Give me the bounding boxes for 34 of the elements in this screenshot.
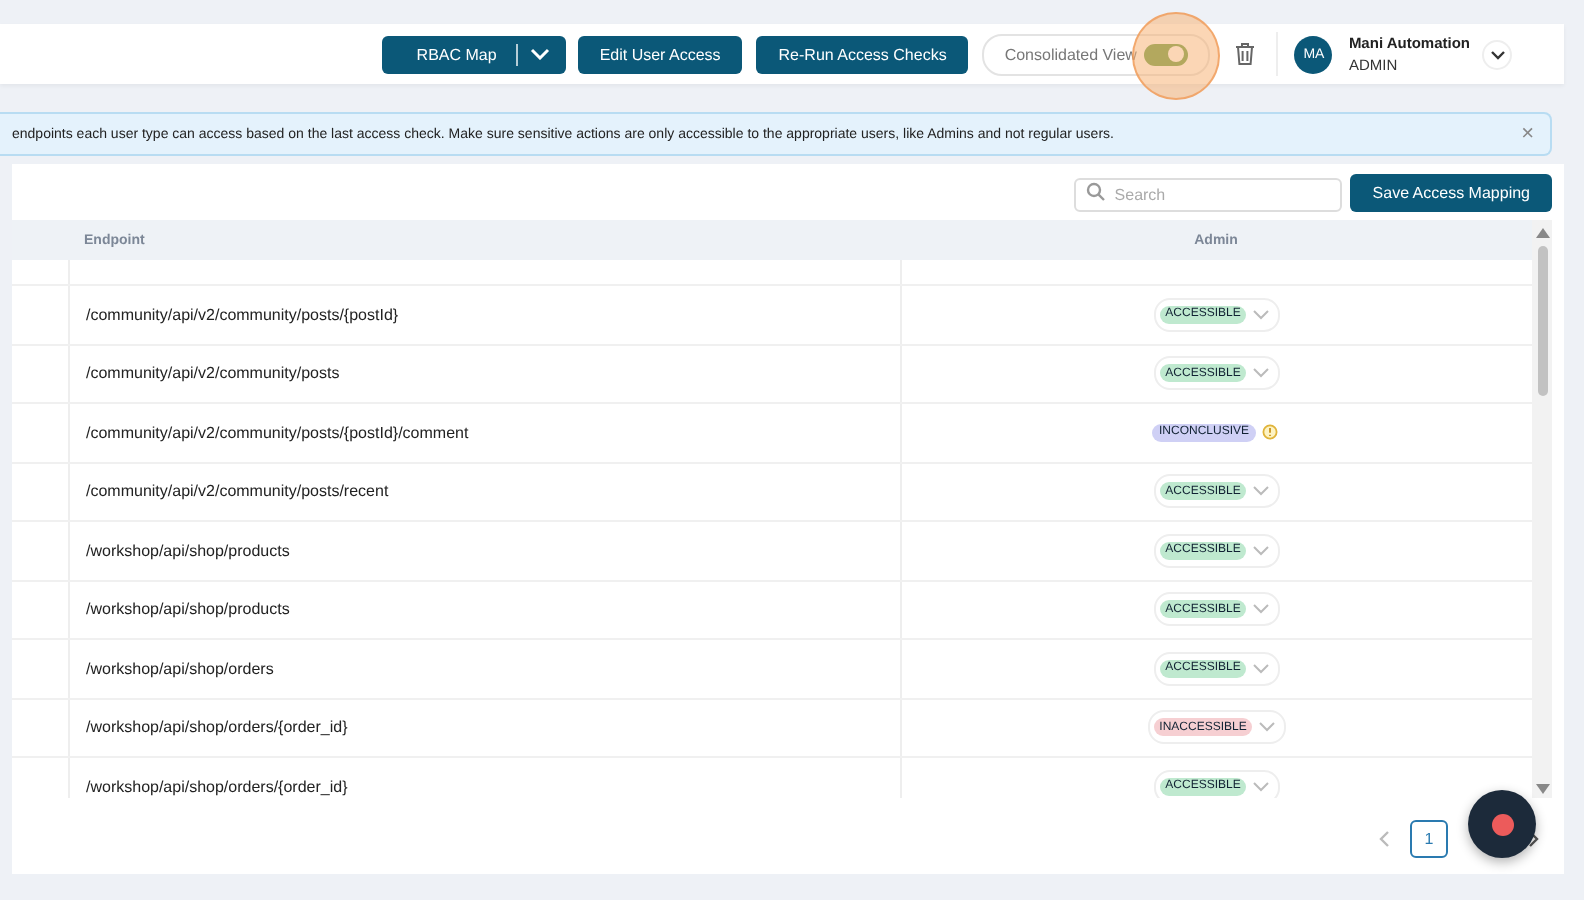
chevron-down-icon [1252,368,1271,379]
chevron-down-icon [1252,309,1271,320]
edit-user-access-button[interactable]: Edit User Access [577,35,743,73]
endpoint-cell: /community/api/v2/community/posts/{postId} [86,305,399,324]
chevron-down-icon [1252,486,1271,497]
rerun-access-checks-button[interactable]: Re-Run Access Checks [756,35,969,73]
endpoint-cell: /workshop/api/shop/products [86,541,290,560]
trash-icon[interactable] [1234,42,1257,66]
save-access-mapping-button[interactable]: Save Access Mapping [1350,174,1552,212]
endpoint-cell: /workshop/api/shop/orders [86,659,274,678]
endpoint-cell: /community/api/v2/community/posts/{postId}/comment [86,423,469,442]
user-menu-button[interactable] [1482,39,1512,69]
chevron-down-icon [529,48,550,60]
record-button[interactable] [1468,790,1536,858]
endpoint-cell: /workshop/api/shop/products [86,600,290,619]
toggle-switch[interactable] [1144,43,1189,65]
chevron-down-icon [1252,545,1271,556]
chevron-down-icon [1258,722,1277,733]
chevron-down-icon [1252,663,1271,674]
previous-page-icon[interactable] [1378,830,1390,848]
chevron-down-icon [1489,49,1505,59]
warning-icon [1261,424,1277,441]
endpoint-cell: /community/api/v2/community/posts/recent [86,482,389,501]
rbac-map-button[interactable]: RBAC Map [381,35,566,73]
chevron-down-icon [1252,604,1271,615]
chevron-down-icon [1252,781,1271,792]
endpoint-cell: /workshop/api/shop/orders/{order_id} [86,718,348,737]
endpoint-cell: /workshop/api/shop/orders/{order_id} [86,777,348,796]
scrollbar[interactable] [1532,220,1552,798]
endpoint-cell: /community/api/v2/community/posts [86,364,340,383]
scroll-up-icon[interactable] [1535,228,1549,238]
page-button[interactable]: 1 [1410,820,1448,858]
scroll-down-icon[interactable] [1535,784,1549,794]
search-field[interactable]: Search [1074,178,1343,212]
